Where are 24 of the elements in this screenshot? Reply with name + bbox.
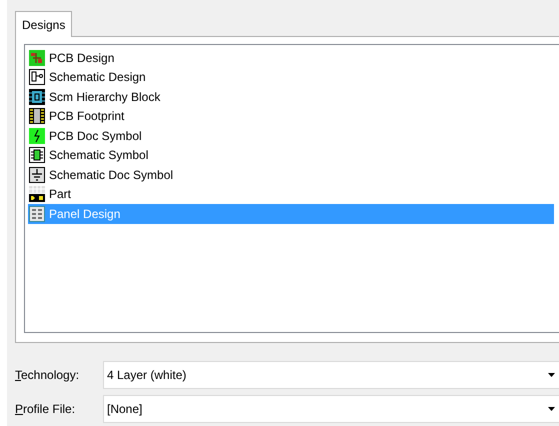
- list-item[interactable]: Schematic Design: [28, 68, 554, 87]
- ground-symbol-icon: [29, 166, 45, 183]
- part-icon: [29, 186, 45, 202]
- dropdown-field[interactable]: 4 Layer (white): [103, 361, 559, 389]
- dropdown-field[interactable]: [None]: [103, 395, 559, 423]
- list-item[interactable]: Schematic Symbol: [28, 146, 554, 165]
- panel-icon: [29, 206, 45, 222]
- circuit-board-icon: [29, 50, 45, 66]
- lightning-icon: [29, 128, 45, 144]
- field-label: Profile File:: [15, 401, 76, 418]
- dropdown-arrow-icon: [548, 407, 555, 411]
- footprint-icon: [29, 108, 45, 124]
- list-item[interactable]: Part: [28, 184, 554, 204]
- dropdown-arrow-icon: [548, 373, 555, 377]
- list-item[interactable]: PCB Doc Symbol: [28, 126, 554, 146]
- field-label: Technology:: [15, 367, 80, 384]
- list-item[interactable]: Schematic Doc Symbol: [28, 165, 554, 184]
- schematic-icon: [29, 69, 45, 86]
- tab[interactable]: Designs: [15, 11, 72, 37]
- chip-symbol-icon: [29, 147, 45, 164]
- list-item[interactable]: PCB Footprint: [28, 106, 554, 126]
- list-item[interactable]: Scm Hierarchy Block: [28, 87, 554, 106]
- block-icon: [29, 88, 45, 105]
- list-item[interactable]: PCB Design: [28, 48, 554, 68]
